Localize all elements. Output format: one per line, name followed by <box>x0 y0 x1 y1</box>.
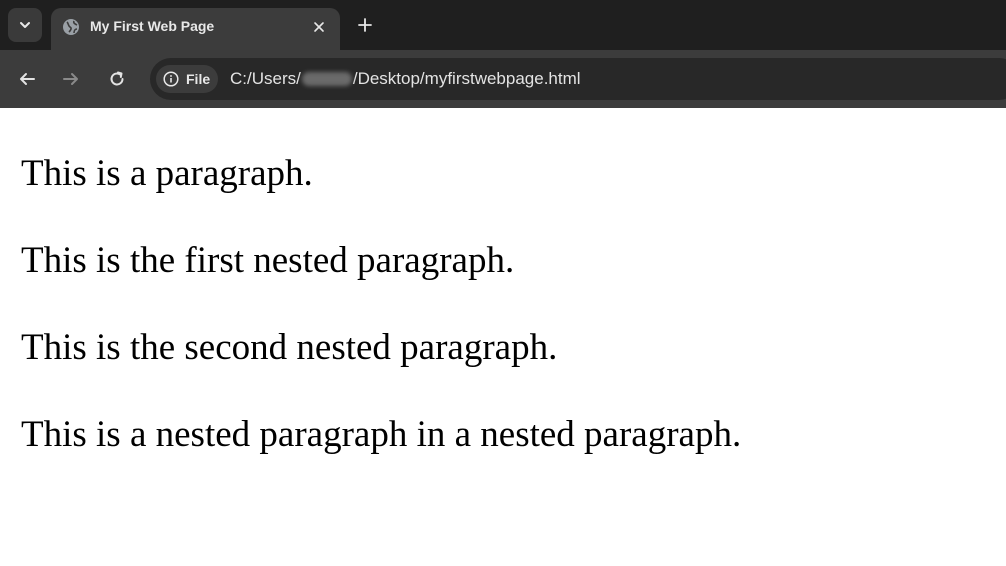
reload-icon <box>110 71 124 86</box>
globe-icon <box>63 19 79 35</box>
address-bar[interactable]: File C:/Users/ /Desktop/myfirstwebpage.h… <box>150 58 1006 100</box>
paragraph-3: This is the second nested paragraph. <box>21 327 558 368</box>
browser-toolbar: File C:/Users/ /Desktop/myfirstwebpage.h… <box>0 50 1006 108</box>
site-info-chip[interactable]: File <box>156 65 218 93</box>
tab-search-button[interactable] <box>8 8 42 42</box>
browser-tab[interactable]: My First Web Page <box>51 8 340 50</box>
chevron-down-icon <box>20 22 30 28</box>
site-chip-label: File <box>186 71 211 87</box>
reload-button[interactable] <box>102 64 132 94</box>
tab-strip: My First Web Page <box>0 0 1006 50</box>
info-icon <box>163 71 179 87</box>
paragraph-4: This is a nested paragraph in a nested p… <box>21 414 742 455</box>
arrow-right-icon <box>63 73 78 85</box>
close-icon <box>314 22 324 32</box>
url-suffix: /Desktop/myfirstwebpage.html <box>352 69 581 88</box>
redacted-username <box>301 72 352 86</box>
plus-icon <box>358 18 372 32</box>
arrow-left-icon <box>20 73 35 85</box>
paragraph-2: This is the first nested paragraph. <box>21 240 515 281</box>
tab-title: My First Web Page <box>90 18 215 34</box>
back-button[interactable] <box>12 64 42 94</box>
forward-button[interactable] <box>56 64 86 94</box>
new-tab-button[interactable] <box>352 12 378 38</box>
close-tab-button[interactable] <box>308 16 330 38</box>
url-text[interactable]: C:/Users/ /Desktop/myfirstwebpage.html <box>230 69 581 89</box>
paragraph-1: This is a paragraph. <box>21 153 313 194</box>
url-prefix: C:/Users/ <box>230 69 301 88</box>
page-content: This is a paragraph. This is the first n… <box>0 108 1006 566</box>
